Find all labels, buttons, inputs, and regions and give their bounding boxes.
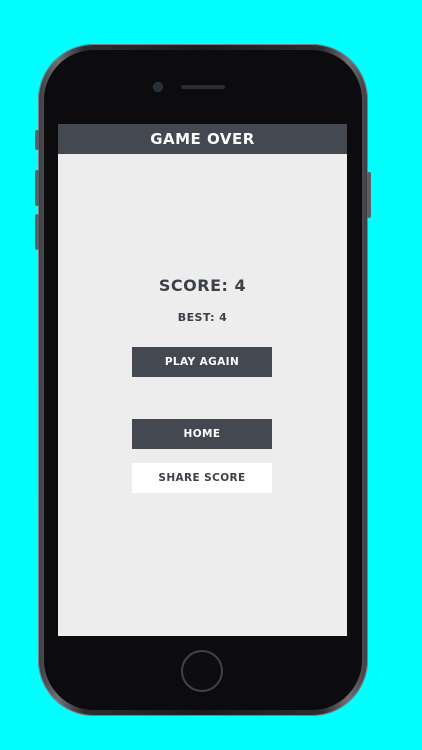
power-button [367,172,371,218]
best-score-label: BEST: 4 [177,311,228,324]
page-title: GAME OVER [150,130,255,148]
earpiece-speaker [181,85,225,89]
volume-up-button [35,170,39,206]
score-label: SCORE: 4 [158,276,247,295]
share-score-button[interactable]: SHARE SCORE [132,463,272,493]
phone-home-button [181,650,223,692]
game-over-screen: GAME OVER SCORE: 4 BEST: 4 PLAY AGAIN HO… [58,124,347,636]
title-bar: GAME OVER [58,124,347,154]
home-button[interactable]: HOME [132,419,272,449]
mute-switch [35,130,39,150]
front-camera-icon [154,83,162,91]
background: GAME OVER SCORE: 4 BEST: 4 PLAY AGAIN HO… [0,0,422,750]
volume-down-button [35,214,39,250]
play-again-button[interactable]: PLAY AGAIN [132,347,272,377]
